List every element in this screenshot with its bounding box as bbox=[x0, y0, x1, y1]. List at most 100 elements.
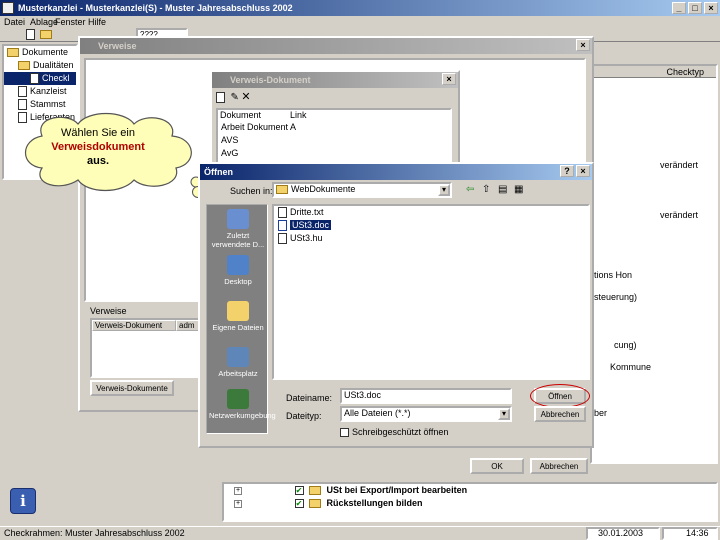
status-time: 14:36 bbox=[662, 527, 718, 540]
folder-icon bbox=[18, 61, 30, 71]
info-icon[interactable]: i bbox=[10, 488, 36, 514]
verweis-ok-button[interactable]: OK bbox=[470, 458, 524, 474]
new-folder-icon[interactable]: ▤ bbox=[498, 184, 507, 195]
filetype-select[interactable]: Alle Dateien (*.*) ▾ bbox=[340, 406, 512, 422]
verweis-dokument-list: Dokument Link Arbeit Dokument A AVS AvG bbox=[216, 108, 452, 164]
checktyp-value: cung) bbox=[614, 340, 637, 350]
checktyp-value: verändert bbox=[659, 160, 698, 170]
open-file-dialog: Öffnen ? × Suchen in: WebDokumente ▾ ⇦ ⇧… bbox=[198, 162, 594, 448]
filename-label: Dateiname: bbox=[286, 393, 333, 403]
verweise-close-button[interactable]: × bbox=[576, 39, 590, 51]
list-item[interactable]: AvG bbox=[218, 147, 318, 160]
look-in-label: Suchen in: bbox=[230, 186, 273, 196]
close-button[interactable]: × bbox=[704, 2, 718, 14]
folder-icon bbox=[276, 185, 288, 195]
expand-icon[interactable]: + bbox=[234, 499, 242, 508]
column-dokument[interactable]: Dokument bbox=[218, 110, 288, 121]
verweise-group-label: Verweise bbox=[90, 306, 127, 316]
verweis-dokument-close-button[interactable]: × bbox=[442, 73, 456, 85]
file-item[interactable]: USt3.hu bbox=[274, 232, 588, 245]
places-bar: Zuletzt verwendete D... Desktop Eigene D… bbox=[206, 204, 276, 434]
chevron-down-icon[interactable]: ▾ bbox=[498, 408, 510, 420]
checktyp-value: tions Hon bbox=[594, 270, 633, 280]
status-date: 30.01.2003 bbox=[586, 527, 660, 540]
my-documents-icon bbox=[227, 301, 249, 321]
list-item[interactable]: AVS bbox=[218, 134, 318, 147]
verweis-dokumente-button[interactable]: Verweis-Dokumente bbox=[90, 380, 174, 396]
edit-icon[interactable]: ✎ bbox=[231, 92, 239, 103]
filetype-label: Dateityp: bbox=[286, 411, 322, 421]
menu-ablage[interactable]: Ablage bbox=[30, 16, 58, 28]
back-icon[interactable]: ⇦ bbox=[466, 184, 474, 195]
minimize-button[interactable]: _ bbox=[672, 2, 686, 14]
new-document-icon[interactable] bbox=[216, 92, 225, 104]
cancel-button[interactable]: Abbrechen bbox=[534, 406, 586, 422]
maximize-button[interactable]: □ bbox=[688, 2, 702, 14]
tree-root[interactable]: Dokumente bbox=[4, 46, 76, 59]
document-icon bbox=[18, 86, 27, 98]
callout-line1: Wählen Sie ein bbox=[61, 127, 135, 139]
status-text: Checkrahmen: Muster Jahresabschluss 2002 bbox=[4, 528, 185, 538]
menu-fenster[interactable]: Fenster bbox=[55, 16, 86, 28]
place-desktop[interactable]: Desktop bbox=[209, 255, 267, 286]
chevron-down-icon[interactable]: ▾ bbox=[438, 184, 450, 196]
place-network[interactable]: Netzwerkumgebung bbox=[209, 389, 276, 420]
filename-input[interactable]: USt3.doc bbox=[340, 388, 512, 404]
expand-icon[interactable]: + bbox=[234, 486, 242, 495]
document-icon bbox=[18, 99, 27, 111]
document-icon bbox=[30, 73, 39, 85]
list-item[interactable]: Arbeit Dokument A bbox=[218, 121, 318, 134]
app-titlebar: Musterkanzlei - Musterkanzlei(S) - Muste… bbox=[0, 0, 720, 16]
checked-icon[interactable]: ✔ bbox=[294, 499, 304, 509]
checktyp-value: Kommune bbox=[610, 362, 652, 372]
verweise-titlebar: Verweise × bbox=[80, 38, 592, 54]
verweise-column-header[interactable]: adm bbox=[176, 320, 200, 331]
menu-datei[interactable]: Datei bbox=[4, 16, 25, 28]
folder-icon bbox=[309, 499, 322, 509]
verweis-cancel-button[interactable]: Abbrechen bbox=[530, 458, 588, 474]
column-header-checktyp[interactable]: Checktyp bbox=[592, 66, 716, 78]
column-link[interactable]: Link bbox=[290, 110, 350, 121]
open-dialog-close-button[interactable]: × bbox=[576, 165, 590, 177]
view-menu-icon[interactable]: ▦ bbox=[514, 184, 523, 195]
open-folder-icon[interactable] bbox=[40, 30, 52, 39]
verweis-dokument-toolbar: ✎ ✕ bbox=[216, 90, 251, 104]
menu-bar: Datei Ablage Fenster Hilfe bbox=[0, 16, 720, 28]
right-panel: Checktyp verändert verändert tions Hon s… bbox=[590, 64, 718, 464]
verweise-column-header[interactable]: Verweis-Dokument bbox=[92, 320, 176, 331]
place-my-documents[interactable]: Eigene Dateien bbox=[209, 301, 267, 332]
callout-text: Wählen Sie ein Verweisdokument aus. bbox=[36, 126, 160, 168]
recent-icon bbox=[227, 209, 249, 229]
file-item-selected[interactable]: USt3.doc bbox=[274, 219, 588, 232]
computer-icon bbox=[227, 347, 249, 367]
look-in-select[interactable]: WebDokumente ▾ bbox=[272, 182, 452, 198]
tree-row[interactable]: + ✔ USt bei Export/Import bearbeiten bbox=[224, 484, 716, 497]
checktyp-value: steuerung) bbox=[594, 292, 638, 302]
network-icon bbox=[227, 389, 249, 409]
menu-hilfe[interactable]: Hilfe bbox=[88, 16, 106, 28]
checked-icon[interactable]: ✔ bbox=[294, 486, 304, 496]
new-icon[interactable] bbox=[26, 29, 35, 40]
up-folder-icon[interactable]: ⇧ bbox=[482, 184, 490, 195]
file-item[interactable]: Dritte.txt bbox=[274, 206, 588, 219]
app-icon bbox=[2, 2, 14, 14]
tree-item[interactable]: Dualitäten bbox=[4, 59, 76, 72]
bottom-tree: + ✔ USt bei Export/Import bearbeiten + ✔… bbox=[222, 482, 718, 522]
place-recent[interactable]: Zuletzt verwendete D... bbox=[209, 209, 267, 249]
file-icon bbox=[278, 233, 287, 245]
help-button[interactable]: ? bbox=[560, 165, 574, 177]
verweis-dokument-titlebar: Verweis-Dokument × bbox=[212, 72, 458, 88]
file-list: Dritte.txt USt3.doc USt3.hu bbox=[272, 204, 590, 380]
checktyp-value: ber bbox=[594, 408, 608, 418]
tree-item[interactable]: Checkl bbox=[4, 72, 76, 85]
tree-row[interactable]: + ✔ Rückstellungen bilden bbox=[224, 497, 716, 510]
checktyp-value: verändert bbox=[659, 210, 698, 220]
place-my-computer[interactable]: Arbeitsplatz bbox=[209, 347, 267, 378]
readonly-checkbox-row[interactable]: Schreibgeschützt öffnen bbox=[340, 427, 448, 438]
delete-icon[interactable]: ✕ bbox=[241, 91, 250, 103]
tree-item[interactable]: Kanzleist bbox=[4, 85, 76, 98]
verweise-list: Verweis-Dokument adm bbox=[90, 318, 202, 378]
readonly-checkbox[interactable] bbox=[340, 428, 349, 438]
text-file-icon bbox=[278, 207, 287, 219]
verweis-dokument-window: Verweis-Dokument × ✎ ✕ Dokument Link Arb… bbox=[210, 70, 460, 166]
